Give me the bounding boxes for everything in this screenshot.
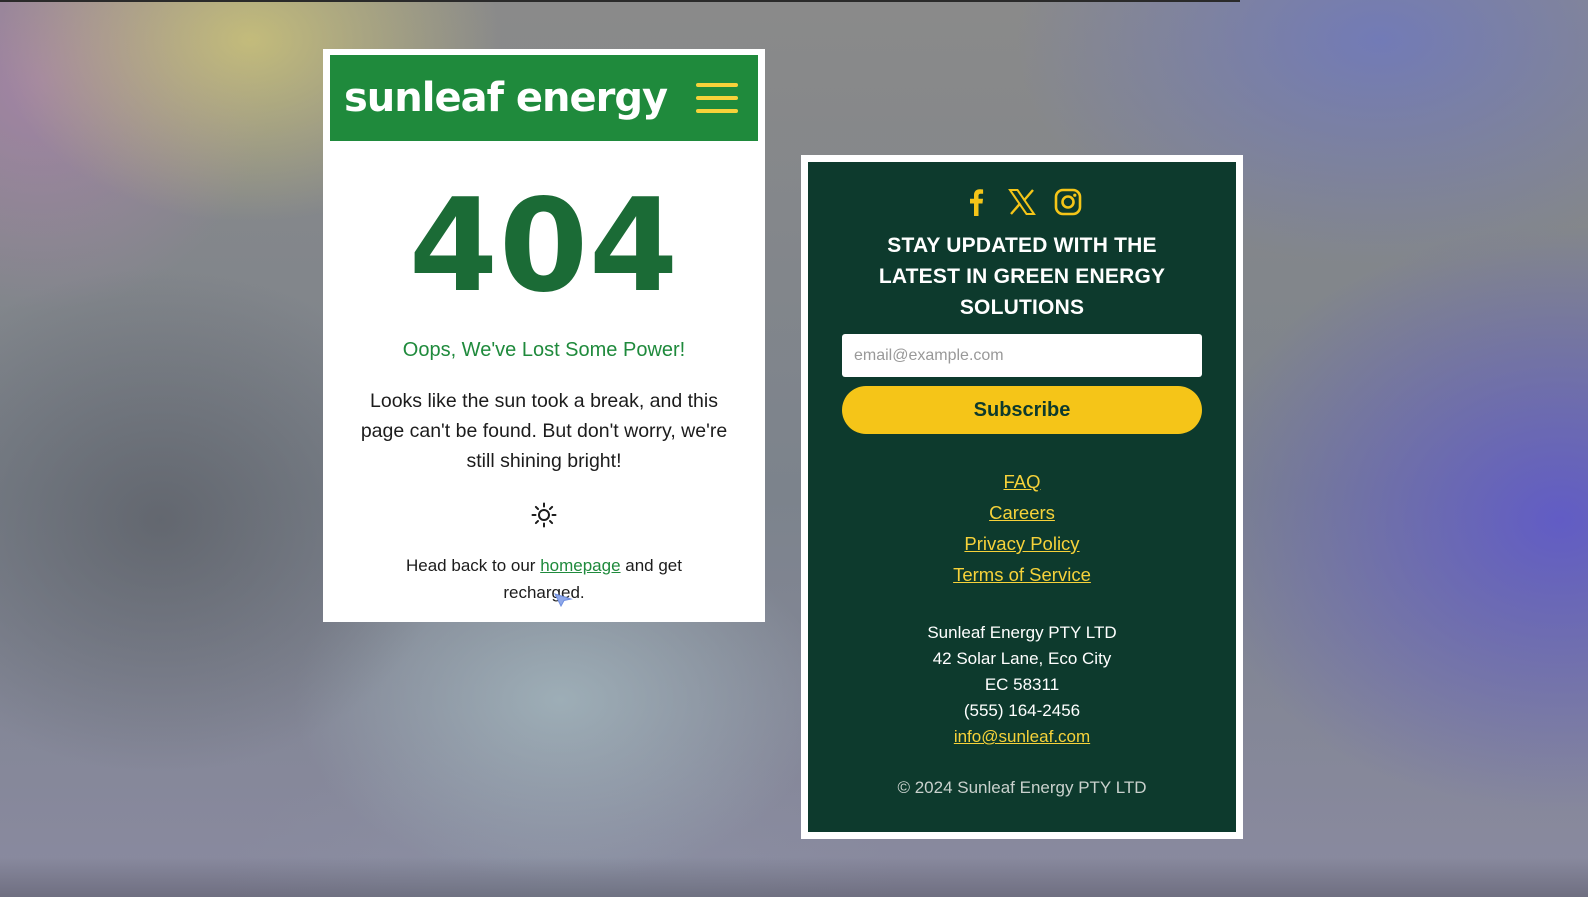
facebook-icon[interactable] bbox=[960, 186, 992, 218]
error-page-card: sunleaf energy 404 Oops, We've Lost Some… bbox=[323, 49, 765, 622]
company-email-link[interactable]: info@sunleaf.com bbox=[954, 727, 1090, 746]
social-links bbox=[808, 162, 1236, 218]
company-address-line2: EC 58311 bbox=[984, 675, 1060, 694]
hamburger-menu-icon[interactable] bbox=[696, 83, 738, 113]
email-input[interactable] bbox=[842, 334, 1202, 377]
background-shade bbox=[0, 857, 1588, 897]
homepage-link[interactable]: homepage bbox=[540, 556, 620, 575]
hamburger-bar bbox=[696, 83, 738, 87]
company-info: Sunleaf Energy PTY LTD 42 Solar Lane, Ec… bbox=[808, 620, 1236, 750]
company-phone: (555) 164-2456 bbox=[963, 701, 1081, 720]
top-edge-line bbox=[0, 0, 1240, 2]
newsletter-heading: STAY UPDATED WITH THE LATEST IN GREEN EN… bbox=[878, 234, 1166, 319]
error-content: 404 Oops, We've Lost Some Power! Looks l… bbox=[330, 183, 758, 606]
hamburger-bar bbox=[696, 96, 738, 100]
copyright-text: © 2024 Sunleaf Energy PTY LTD bbox=[897, 778, 1147, 797]
footer-card: STAY UPDATED WITH THE LATEST IN GREEN EN… bbox=[801, 155, 1243, 839]
hamburger-bar bbox=[696, 109, 738, 113]
instagram-icon[interactable] bbox=[1052, 186, 1084, 218]
site-footer: STAY UPDATED WITH THE LATEST IN GREEN EN… bbox=[808, 162, 1236, 832]
subscribe-button[interactable]: Subscribe bbox=[842, 386, 1202, 434]
mouse-cursor-icon bbox=[554, 593, 573, 608]
error-code: 404 bbox=[408, 172, 680, 321]
footer-links: FAQ Careers Privacy Policy Terms of Serv… bbox=[808, 470, 1236, 587]
back-home-text: Head back to our homepage and get rechar… bbox=[379, 552, 709, 606]
x-icon[interactable] bbox=[1006, 186, 1038, 218]
error-heading: Oops, We've Lost Some Power! bbox=[402, 339, 686, 361]
faq-link[interactable]: FAQ bbox=[1003, 470, 1040, 494]
careers-link[interactable]: Careers bbox=[989, 501, 1055, 525]
terms-of-service-link[interactable]: Terms of Service bbox=[953, 563, 1091, 587]
back-text-before: Head back to our bbox=[406, 556, 541, 575]
sun-icon bbox=[531, 502, 557, 528]
error-message: Looks like the sun took a break, and thi… bbox=[360, 390, 728, 472]
privacy-policy-link[interactable]: Privacy Policy bbox=[964, 532, 1079, 556]
company-address-line1: 42 Solar Lane, Eco City bbox=[932, 649, 1112, 668]
site-header: sunleaf energy bbox=[330, 55, 758, 141]
company-name: Sunleaf Energy PTY LTD bbox=[927, 623, 1117, 642]
brand-logo[interactable]: sunleaf energy bbox=[344, 78, 668, 118]
